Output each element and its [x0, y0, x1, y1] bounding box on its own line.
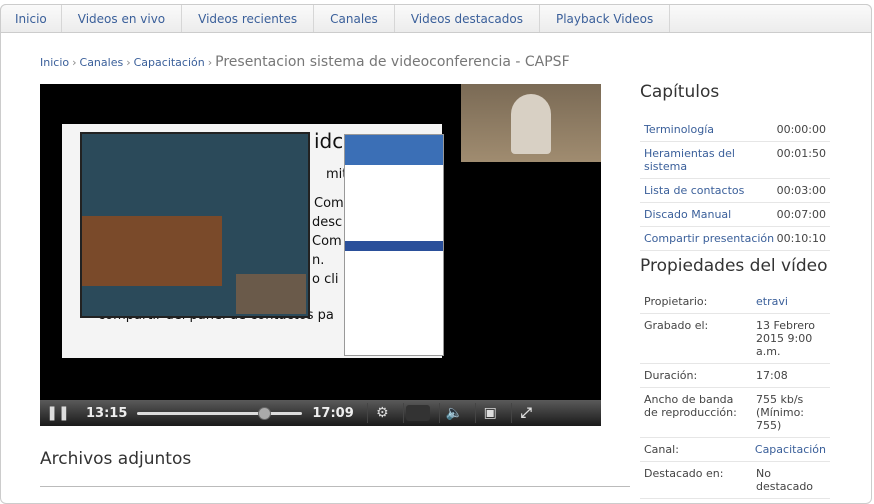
player-controls: ❚❚ 13:15 17:09 ⚙ 🔈 ▣ ⤢ [40, 400, 601, 426]
chapter-link[interactable]: Heramientas del sistema [644, 147, 777, 173]
video-player[interactable]: idc mitir' Com desc Com n. o cli compart… [40, 84, 601, 426]
chapter-link[interactable]: Lista de contactos [644, 184, 777, 197]
chapter-link[interactable]: Terminología [644, 123, 777, 136]
property-row: Ancho de banda de reproducción: 755 kb/s … [640, 388, 830, 438]
chapter-link[interactable]: Discado Manual [644, 208, 777, 221]
total-time: 17:09 [312, 405, 354, 421]
chapter-row[interactable]: Terminología 00:00:00 [640, 118, 830, 142]
properties-title: Propiedades del vídeo [640, 256, 828, 276]
chapter-time: 00:03:00 [776, 184, 826, 197]
chapter-row[interactable]: Compartir presentación 00:10:10 [640, 227, 830, 251]
property-value: 17:08 [756, 369, 788, 382]
presentation-slide: idc mitir' Com desc Com n. o cli compart… [62, 124, 444, 358]
property-label: Ancho de banda de reproducción: [644, 393, 737, 419]
chapters-title: Capítulos [640, 82, 720, 102]
breadcrumb-inicio[interactable]: Inicio [40, 56, 69, 69]
property-value[interactable]: etravi [756, 295, 826, 308]
property-row: Grabado el: 13 Febrero 2015 9:00 a.m. [640, 314, 830, 364]
property-value: 755 kb/s (Mínimo: 755) [756, 393, 805, 432]
nav-inicio[interactable]: Inicio [1, 5, 62, 32]
volume-icon[interactable]: 🔈 [438, 403, 469, 423]
property-label: Destacado en: [644, 467, 724, 480]
nav-playback-videos[interactable]: Playback Videos [540, 5, 671, 32]
breadcrumb: Inicio › Canales › Capacitación › Presentacion… [40, 54, 570, 70]
current-time: 13:15 [86, 405, 128, 421]
chapter-row[interactable]: Lista de contactos 00:03:00 [640, 179, 830, 203]
chapter-time: 00:00:00 [776, 123, 826, 136]
chapter-row[interactable]: Heramientas del sistema 00:01:50 [640, 142, 830, 179]
breadcrumb-canales[interactable]: Canales [80, 56, 124, 69]
presenter-video [461, 84, 601, 162]
property-value: 13 Febrero 2015 9:00 a.m. [756, 319, 816, 358]
nav-canales[interactable]: Canales [314, 5, 395, 32]
property-label: Grabado el: [644, 319, 709, 332]
seek-handle[interactable] [258, 406, 272, 420]
camera-window [80, 132, 310, 318]
pause-icon[interactable]: ❚❚ [43, 403, 73, 423]
breadcrumb-capacitacion[interactable]: Capacitación [134, 56, 205, 69]
seek-bar[interactable] [137, 406, 303, 420]
property-value: No destacado [756, 467, 814, 493]
fullscreen-icon[interactable]: ⤢ [510, 403, 541, 423]
page-title: Presentacion sistema de videoconferencia… [215, 54, 570, 70]
chapter-time: 00:01:50 [776, 147, 826, 160]
chapter-link[interactable]: Compartir presentación [644, 232, 777, 245]
property-value[interactable]: Capacitación [755, 443, 826, 456]
chapters-list: Terminología 00:00:00 Heramientas del sist… [640, 118, 830, 251]
property-label: Duración: [644, 369, 698, 382]
top-nav: Inicio Videos en vivo Videos recientes C… [0, 4, 872, 33]
property-label: Propietario: [644, 295, 708, 308]
chapter-time: 00:10:10 [776, 232, 826, 245]
property-row: Duración: 17:08 [640, 364, 830, 388]
app-menu-window [344, 134, 444, 356]
property-row: Destacado en: No destacado [640, 462, 830, 499]
quality-button[interactable] [402, 403, 433, 423]
properties-table: Propietario: etravi Grabado el: 13 Febrero … [640, 290, 830, 499]
chapter-time: 00:07:00 [776, 208, 826, 221]
property-row: Propietario: etravi [640, 290, 830, 314]
property-label: Canal: [644, 443, 679, 456]
attachments-title: Archivos adjuntos [40, 449, 192, 469]
nav-videos-recientes[interactable]: Videos recientes [182, 5, 315, 32]
chapter-row[interactable]: Discado Manual 00:07:00 [640, 203, 830, 227]
divider [40, 486, 630, 487]
gear-icon[interactable]: ⚙ [366, 403, 397, 423]
property-row: Canal: Capacitación [640, 438, 830, 462]
pip-icon[interactable]: ▣ [474, 403, 505, 423]
nav-videos-en-vivo[interactable]: Videos en vivo [62, 5, 183, 32]
nav-videos-destacados[interactable]: Videos destacados [395, 5, 540, 32]
